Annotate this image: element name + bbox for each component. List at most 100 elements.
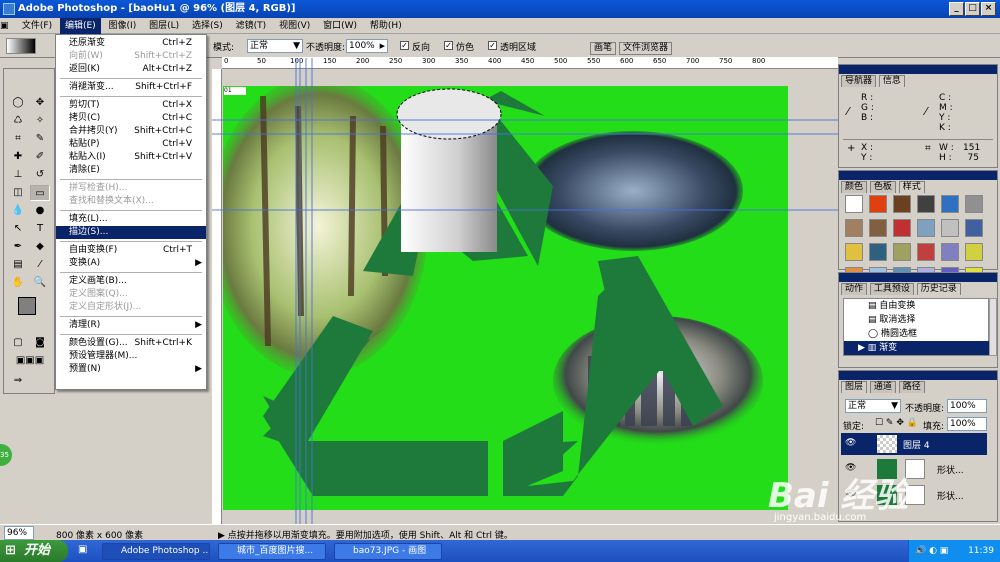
history-item-current[interactable]: ▶ ▥ 渐变: [844, 341, 990, 355]
tab-history[interactable]: 历史记录: [916, 283, 961, 295]
style-swatch[interactable]: [869, 195, 887, 213]
tab-tool-presets[interactable]: 工具预设: [869, 283, 914, 295]
edit-menu-item[interactable]: 清除(E): [56, 164, 206, 177]
gradient-tool-button[interactable]: ▭: [30, 185, 50, 201]
healing-tool-icon[interactable]: ✚: [8, 149, 28, 165]
menu-separator: [60, 272, 202, 273]
style-swatch[interactable]: [845, 243, 863, 261]
shape-tool-icon[interactable]: ◆: [30, 239, 50, 255]
type-tool-icon[interactable]: T: [30, 221, 50, 237]
hand-tool-icon[interactable]: ✋: [8, 275, 28, 291]
edit-menu-item[interactable]: 消褪渐变... Shift+Ctrl+F: [56, 81, 206, 94]
history-item[interactable]: ◯ 椭圆选框: [844, 327, 990, 341]
screen-mode-icons[interactable]: ▣▣▣: [6, 353, 54, 369]
edit-menu-item[interactable]: 还原渐变 Ctrl+Z: [56, 37, 206, 50]
slice-tool-icon[interactable]: ✎: [30, 131, 50, 147]
history-scrollbar[interactable]: [989, 298, 997, 356]
edit-menu-item[interactable]: 预置(N) ▶: [56, 363, 206, 376]
move-tool-icon[interactable]: ✥: [30, 95, 50, 111]
style-swatch[interactable]: [869, 243, 887, 261]
wh-labels: W :H :: [939, 143, 954, 163]
layer-opacity-input[interactable]: 100%: [947, 399, 987, 413]
tab-swatches[interactable]: 色板: [869, 181, 896, 193]
eyedropper-cmyk-icon: ⁄: [925, 105, 927, 118]
edit-menu-item[interactable]: 粘贴(P) Ctrl+V: [56, 138, 206, 151]
marquee-tool-icon[interactable]: ◯: [8, 95, 28, 111]
menu-separator: [60, 78, 202, 79]
history-brush-tool-icon[interactable]: ↺: [30, 167, 50, 183]
dodge-tool-icon[interactable]: ●: [30, 203, 50, 219]
edit-menu-item[interactable]: 剪切(T) Ctrl+X: [56, 99, 206, 112]
edit-menu-item[interactable]: 变换(A) ▶: [56, 257, 206, 270]
magic-wand-tool-icon[interactable]: ✧: [30, 113, 50, 129]
style-swatch[interactable]: [845, 219, 863, 237]
menu-separator: [60, 334, 202, 335]
crop-tool-icon[interactable]: ⌗: [8, 131, 28, 147]
style-swatch[interactable]: [893, 219, 911, 237]
tab-navigator[interactable]: 导航器: [841, 75, 877, 87]
style-swatch[interactable]: [893, 195, 911, 213]
style-swatch[interactable]: [965, 219, 983, 237]
lock-icons[interactable]: ☐ ✎ ✥ 🔒: [875, 418, 918, 428]
show-desktop-icon[interactable]: ▣: [78, 544, 87, 555]
standard-mode-icon[interactable]: ▢: [8, 335, 28, 351]
style-swatch[interactable]: [917, 243, 935, 261]
brush-tool-icon[interactable]: ✐: [30, 149, 50, 165]
stamp-tool-icon[interactable]: ⊥: [8, 167, 28, 183]
tab-actions[interactable]: 动作: [841, 283, 868, 295]
fill-input[interactable]: 100%: [947, 417, 987, 431]
cmyk-readout: C :M :Y :K :: [939, 93, 953, 133]
zoom-tool-icon[interactable]: 🔍: [30, 275, 50, 291]
style-swatch[interactable]: [941, 195, 959, 213]
edit-menu-item[interactable]: 填充(L)...: [56, 213, 206, 226]
zoom-input[interactable]: 96%: [4, 526, 34, 540]
pen-tool-icon[interactable]: ✒: [8, 239, 28, 255]
eyedropper-tool-icon[interactable]: ⁄: [30, 257, 50, 273]
task-photoshop[interactable]: Adobe Photoshop ...: [102, 543, 210, 560]
tab-color[interactable]: 颜色: [841, 181, 868, 193]
edit-menu-item[interactable]: 自由变换(F) Ctrl+T: [56, 244, 206, 257]
edit-menu-item[interactable]: 粘贴入(I) Shift+Ctrl+V: [56, 151, 206, 164]
style-swatch[interactable]: [893, 243, 911, 261]
tab-layers[interactable]: 图层: [841, 381, 868, 393]
style-swatch[interactable]: [965, 243, 983, 261]
style-swatch[interactable]: [941, 219, 959, 237]
path-select-tool-icon[interactable]: ↖: [8, 221, 28, 237]
edit-menu-item[interactable]: 清理(R) ▶: [56, 319, 206, 332]
edit-menu-item: 定义图案(Q)...: [69, 289, 128, 299]
style-swatch[interactable]: [965, 195, 983, 213]
style-swatch[interactable]: [941, 243, 959, 261]
blend-mode-select[interactable]: 正常 ▼: [845, 399, 901, 413]
layer-row-active[interactable]: 👁 图层 4: [841, 433, 987, 455]
jump-to-imageready-icon[interactable]: ⇒: [8, 373, 28, 389]
style-swatch[interactable]: [917, 195, 935, 213]
blur-tool-icon[interactable]: 💧: [8, 203, 28, 219]
history-item[interactable]: ▤ 自由变换: [844, 299, 990, 313]
tab-paths[interactable]: 路径: [898, 381, 925, 393]
foreground-color-swatch[interactable]: [18, 297, 36, 315]
tab-styles[interactable]: 样式: [898, 181, 925, 193]
tab-channels[interactable]: 通道: [869, 381, 896, 393]
edit-menu-item[interactable]: 描边(S)...: [56, 226, 206, 239]
eraser-tool-icon[interactable]: ◫: [8, 185, 28, 201]
edit-menu-dropdown: 还原渐变 Ctrl+Z 向前(W) Shift+Ctrl+Z 返回(K) Alt+Ctrl…: [55, 34, 207, 390]
tab-info[interactable]: 信息: [878, 75, 905, 87]
lasso-tool-icon[interactable]: ♺: [8, 113, 28, 129]
edit-menu-item[interactable]: 颜色设置(G)... Shift+Ctrl+K: [56, 337, 206, 350]
task-paint[interactable]: bao73.JPG - 画图: [334, 543, 442, 560]
notes-tool-icon[interactable]: ▤: [8, 257, 28, 273]
style-swatch[interactable]: [869, 219, 887, 237]
task-browser[interactable]: 城市_百度图片搜...: [218, 543, 326, 560]
edit-menu-item[interactable]: 预设管理器(M)...: [56, 350, 206, 363]
quickmask-mode-icon[interactable]: ◙: [30, 335, 50, 351]
history-item[interactable]: ▤ 取消选择: [844, 313, 990, 327]
edit-menu-item[interactable]: 定义画笔(B)...: [56, 275, 206, 288]
info-panel: 导航器 信息 ⁄ R :G :B : ⁄ C :M :Y :K : + X :Y…: [838, 64, 998, 168]
style-swatch[interactable]: [917, 219, 935, 237]
edit-menu-item[interactable]: 合并拷贝(Y) Shift+Ctrl+C: [56, 125, 206, 138]
edit-menu-item[interactable]: 返回(K) Alt+Ctrl+Z: [56, 63, 206, 76]
style-swatch[interactable]: [845, 195, 863, 213]
edit-menu-item[interactable]: 拷贝(C) Ctrl+C: [56, 112, 206, 125]
start-button[interactable]: ⊞ 开始: [0, 540, 68, 562]
submenu-arrow-icon: ▶: [195, 364, 202, 374]
